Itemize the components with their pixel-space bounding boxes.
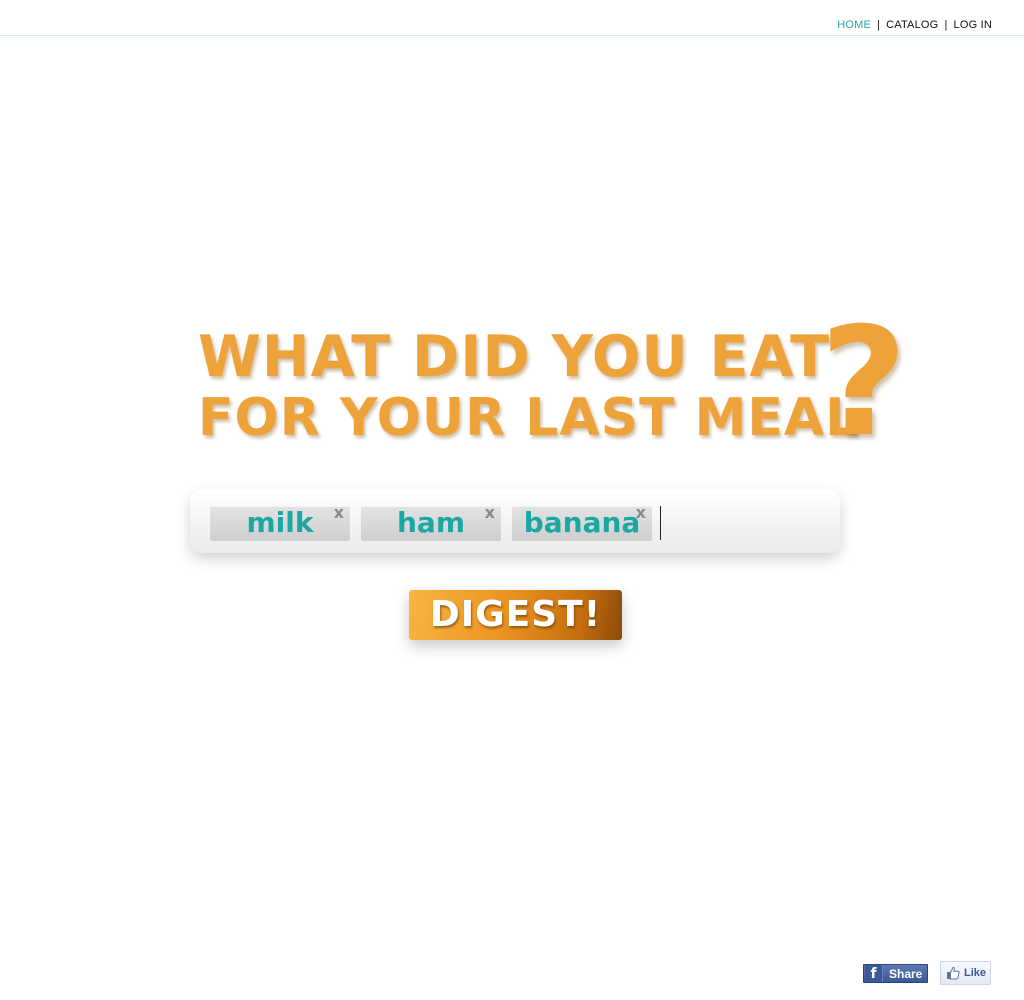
facebook-f-icon: f	[865, 965, 883, 982]
food-tag-input[interactable]: milk x ham x banana x	[190, 489, 840, 553]
page: HOME | CATALOG | LOG IN WHAT DID YOU EAT…	[0, 0, 1024, 1000]
digest-button-label: DIGEST!	[429, 594, 602, 635]
nav-separator: |	[944, 19, 948, 31]
thumbs-up-icon	[946, 966, 960, 980]
facebook-share-button[interactable]: f Share	[863, 964, 928, 983]
remove-tag-icon[interactable]: x	[636, 503, 646, 522]
headline-line-1: WHAT DID YOU EAT	[198, 324, 831, 390]
nav-separator: |	[877, 19, 881, 31]
top-navigation: HOME | CATALOG | LOG IN	[0, 0, 1024, 36]
food-tag: ham x	[361, 503, 501, 541]
text-caret	[660, 506, 661, 540]
headline-line-2: FOR YOUR LAST MEAL	[198, 388, 860, 448]
digest-button[interactable]: DIGEST!	[409, 590, 622, 640]
nav-links: HOME | CATALOG | LOG IN	[837, 19, 992, 31]
remove-tag-icon[interactable]: x	[485, 503, 495, 522]
nav-catalog-link[interactable]: CATALOG	[886, 19, 938, 31]
like-label: Like	[964, 967, 987, 979]
food-tag-label: milk	[246, 506, 314, 539]
nav-login-link[interactable]: LOG IN	[954, 19, 993, 31]
food-tag-label: banana	[523, 506, 641, 539]
question-mark: ?	[820, 296, 908, 470]
food-tag: banana x	[512, 503, 652, 541]
nav-home-link[interactable]: HOME	[837, 19, 871, 31]
facebook-like-button[interactable]: Like	[940, 961, 991, 985]
food-tag-label: ham	[396, 506, 465, 539]
remove-tag-icon[interactable]: x	[334, 503, 344, 522]
food-tag: milk x	[210, 503, 350, 541]
headline: WHAT DID YOU EAT FOR YOUR LAST MEAL ?	[198, 296, 918, 470]
share-label: Share	[889, 966, 923, 981]
